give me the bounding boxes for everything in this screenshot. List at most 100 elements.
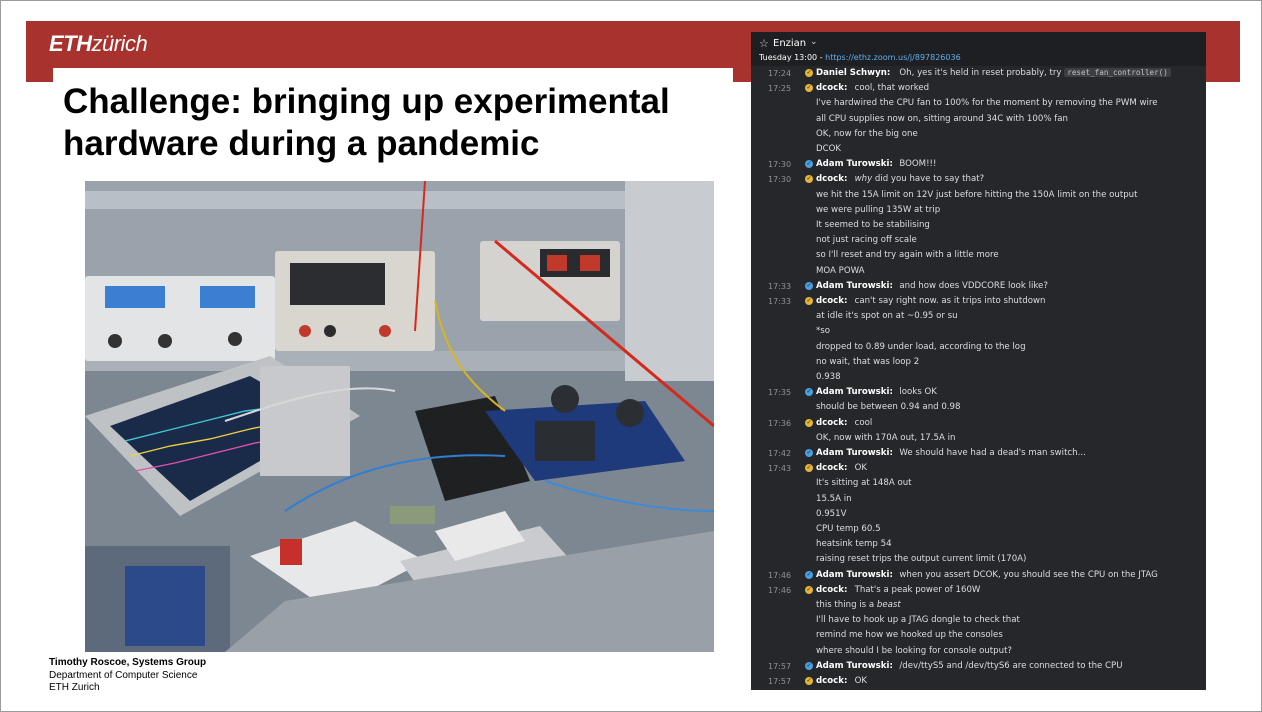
message-emphasis: why xyxy=(854,174,873,185)
message-body: That's a peak power of 160W xyxy=(854,584,981,595)
message-user[interactable]: dcock: xyxy=(816,463,847,473)
message-time: 17:30 xyxy=(768,175,792,185)
chat-message: 17:24 ✓ Daniel Schwyn: Oh, yes it's held in… xyxy=(751,68,1206,82)
chat-message: all CPU supplies now on, sitting around … xyxy=(751,113,1206,128)
message-text: cool, that worked xyxy=(855,83,930,93)
message-text: raising reset trips the output current l… xyxy=(816,554,1026,564)
message-text: I'll have to hook up a JTAG dongle to ch… xyxy=(816,615,1020,625)
logo-zurich: zürich xyxy=(91,31,148,56)
chat-message: we hit the 15A limit on 12V just before … xyxy=(751,189,1206,204)
title-line-1: Challenge: bringing up experimental xyxy=(63,82,670,121)
chat-message: 15.5A in xyxy=(751,493,1206,508)
message-user[interactable]: dcock: xyxy=(816,83,847,93)
user-status-icon: ✓ xyxy=(805,585,813,594)
message-text: cool xyxy=(855,418,873,428)
message-text: not just racing off scale xyxy=(816,235,917,245)
chat-message: 17:33 ✓ Adam Turowski: and how does VDDCORE… xyxy=(751,280,1206,295)
message-body: 0.938 xyxy=(816,372,841,382)
chat-message: we were pulling 135W at trip xyxy=(751,204,1206,219)
message-text: all CPU supplies now on, sitting around … xyxy=(816,114,1068,124)
user-status-icon: ✓ xyxy=(805,160,813,169)
message-body: We should have had a dead's man switch..… xyxy=(899,448,1086,458)
message-body: did you have to say that? xyxy=(872,174,985,185)
message-list[interactable]: 17:24 ✓ Daniel Schwyn: Oh, yes it's held in… xyxy=(751,68,1206,690)
message-time: 17:35 xyxy=(768,388,792,398)
message-body: It's sitting at 148A out xyxy=(816,478,912,489)
user-status-icon: ✓ xyxy=(805,69,813,77)
message-body: OK, now with 170A out, 17.5A in xyxy=(816,432,956,443)
lab-bench-photo xyxy=(85,181,714,652)
message-body: cool, that worked xyxy=(854,83,930,94)
message-text: this thing is a beast xyxy=(816,600,901,610)
chat-message: OK, now for the big one xyxy=(751,128,1206,143)
message-user[interactable]: Adam Turowski: xyxy=(816,159,893,169)
message-user[interactable]: Daniel Schwyn: xyxy=(816,68,890,78)
logo-eth: ETH xyxy=(49,31,92,56)
chat-message: heatsink temp 54 xyxy=(751,538,1206,553)
message-user[interactable]: dcock: xyxy=(816,585,847,595)
message-text: looks OK xyxy=(899,387,937,397)
chat-message: 17:42 ✓ Adam Turowski: We should have had a… xyxy=(751,447,1206,462)
message-text: OK, now for the big one xyxy=(816,129,918,139)
lab-bench-illustration xyxy=(85,181,714,652)
message-time: 17:33 xyxy=(768,281,792,291)
chat-message: so I'll reset and try again with a littl… xyxy=(751,249,1206,264)
chat-message: where should I be looking for console ou… xyxy=(751,645,1206,660)
message-text: at idle it's spot on at ~0.95 or su xyxy=(816,311,958,321)
message-user[interactable]: Adam Turowski: xyxy=(816,661,893,671)
message-user[interactable]: Adam Turowski: xyxy=(816,570,893,580)
chat-message: 0.938 xyxy=(751,371,1206,386)
user-status-icon: ✓ xyxy=(805,175,813,184)
message-text: OK, now with 170A out, 17.5A in xyxy=(816,433,955,443)
message-user[interactable]: dcock: xyxy=(816,676,847,686)
meeting-link[interactable]: https://ethz.zoom.us/j/897826036 xyxy=(825,53,961,62)
message-text: can't say right now. as it trips into sh… xyxy=(855,296,1046,306)
message-user[interactable]: Adam Turowski: xyxy=(816,448,893,458)
message-user[interactable]: dcock: xyxy=(816,296,847,306)
chat-message: 17:57 ✓ dcock: OK xyxy=(751,675,1206,690)
slide-title: Challenge: bringing up experimental hard… xyxy=(63,81,723,165)
message-user[interactable]: Adam Turowski: xyxy=(816,281,893,291)
message-body: OK xyxy=(854,676,867,686)
chevron-down-icon[interactable]: ⌄ xyxy=(810,37,818,47)
message-body: 15.5A in xyxy=(816,493,852,504)
chat-message: 17:43 ✓ dcock: OK xyxy=(751,462,1206,477)
user-status-icon: ✓ xyxy=(805,281,813,290)
user-status-icon: ✓ xyxy=(805,297,813,305)
message-text: dropped to 0.89 under load, according to… xyxy=(816,342,1026,352)
chat-message: I'll have to hook up a JTAG dongle to ch… xyxy=(751,614,1206,629)
message-body: all CPU supplies now on, sitting around … xyxy=(816,113,1068,124)
user-status-icon: ✓ xyxy=(805,388,813,397)
message-body: this thing is a xyxy=(816,600,877,610)
message-text: Oh, yes it's held in reset probably, try… xyxy=(899,68,1171,78)
star-icon[interactable]: ☆ xyxy=(759,37,769,50)
chat-message: 17:25 ✓ dcock: cool, that worked xyxy=(751,82,1206,97)
chat-message: 17:57 ✓ Adam Turowski: /dev/ttyS5 and /dev/… xyxy=(751,660,1206,675)
department: Department of Computer Science xyxy=(49,669,198,681)
message-user[interactable]: dcock: xyxy=(816,174,847,184)
chat-message: 17:33 ✓ dcock: can't say right now. as it t… xyxy=(751,295,1206,310)
chat-message: *so xyxy=(751,325,1206,340)
message-text: so I'll reset and try again with a littl… xyxy=(816,250,999,260)
message-body: so I'll reset and try again with a littl… xyxy=(816,250,999,261)
message-text: why did you have to say that? xyxy=(855,174,985,184)
message-text: no wait, that was loop 2 xyxy=(816,357,919,367)
message-text: when you assert DCOK, you should see the… xyxy=(899,570,1157,580)
slide: ETHzürich Challenge: bringing up experim… xyxy=(0,0,1262,712)
chat-window: ☆ Enzian ⌄ Tuesday 13:00 - https://ethz.… xyxy=(751,32,1206,690)
institution: ETH Zurich xyxy=(49,682,100,693)
message-user[interactable]: Adam Turowski: xyxy=(816,387,893,397)
message-text: That's a peak power of 160W xyxy=(855,585,981,595)
message-time: 17:33 xyxy=(768,297,792,306)
message-user[interactable]: dcock: xyxy=(816,418,847,428)
message-body: at idle it's spot on at ~0.95 or su xyxy=(816,311,958,322)
channel-name[interactable]: Enzian xyxy=(773,38,806,49)
chat-message: It seemed to be stabilising xyxy=(751,219,1206,234)
message-body: MOA POWA xyxy=(816,265,865,276)
chat-message: 17:35 ✓ Adam Turowski: looks OK xyxy=(751,386,1206,401)
message-text: OK xyxy=(855,676,867,686)
message-text: 0.951V xyxy=(816,509,846,519)
message-text: MOA POWA xyxy=(816,266,865,276)
message-text: It seemed to be stabilising xyxy=(816,220,930,230)
message-body: *so xyxy=(816,326,831,337)
